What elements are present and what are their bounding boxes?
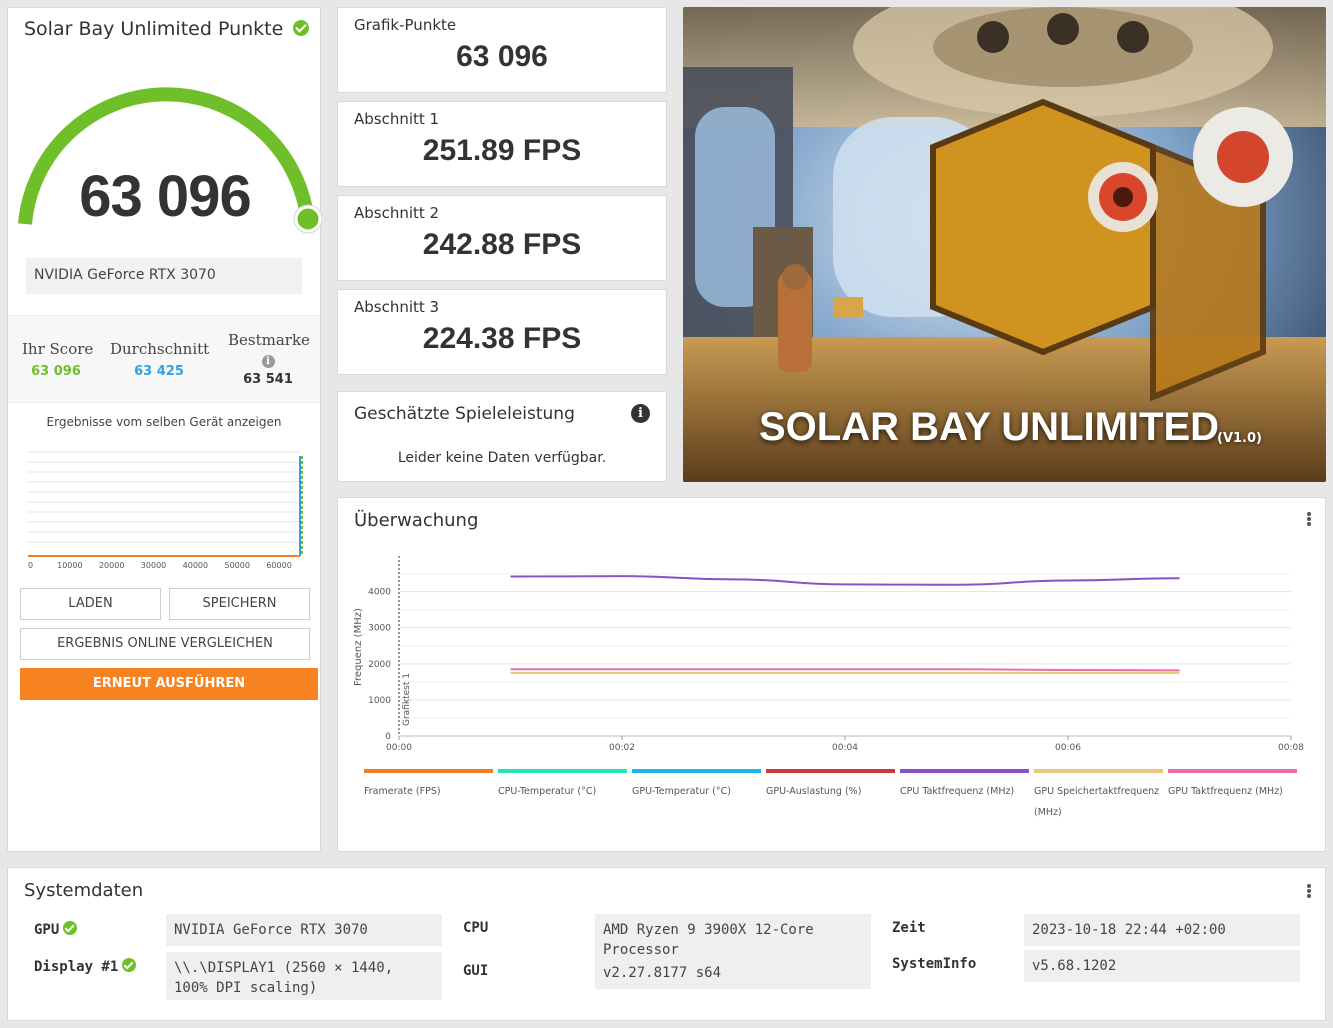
score-distribution-chart: 0 10000 20000 30000 40000 50000 60000: [28, 451, 303, 569]
monitoring-x-ticks: 00:00 00:02 00:04 00:06 00:08: [386, 736, 1304, 753]
mini-chart-tick-label: 60000: [266, 561, 291, 569]
system-data-title: Systemdaten: [24, 880, 144, 901]
best-info-icon[interactable]: i: [261, 355, 275, 368]
display-label: Display #1: [34, 958, 137, 975]
rerun-button[interactable]: ERNEUT AUSFÜHREN: [20, 668, 318, 700]
legend-item[interactable]: GPU Speichertaktfrequenz (MHz): [1034, 769, 1163, 823]
series-line: [510, 575, 1180, 586]
monitoring-series: [510, 575, 1180, 674]
gpu-value: NVIDIA GeForce RTX 3070: [166, 914, 442, 946]
monitoring-chart: Grafiktest 1 Frequenz (MHz) 0 1000 2000 300…: [353, 556, 1304, 753]
mini-chart-tick-label: 10000: [57, 561, 82, 569]
best-score: Bestmarke i 63 541: [228, 331, 310, 387]
score-panel: Solar Bay Unlimited Punkte 63 096 NVIDIA…: [7, 7, 322, 852]
legend-label: Framerate (FPS): [364, 786, 441, 797]
monitoring-y-tick-label: 4000: [368, 588, 391, 598]
system-data-panel: Systemdaten GPU NVIDIA GeForce RTX 3070 …: [7, 867, 1326, 1021]
gui-label: GUI: [463, 963, 489, 979]
compare-online-button[interactable]: ERGEBNIS ONLINE VERGLEICHEN: [20, 628, 310, 660]
gpu-check-icon: [63, 921, 78, 935]
legend-color-bar: [498, 769, 627, 773]
display-value: \\.\DISPLAY1 (2560 × 1440, 100% DPI scal…: [166, 952, 442, 1000]
legend-label: GPU-Temperatur (°C): [632, 786, 731, 797]
mini-chart-tick-label: 0: [28, 561, 33, 569]
game-performance-info-icon[interactable]: i: [631, 404, 650, 423]
monitoring-x-tick-label: 00:06: [1055, 743, 1081, 753]
section-1-card: Abschnitt 1 251.89 FPS: [337, 101, 667, 187]
monitoring-y-ticks: 0 1000 2000 3000 4000: [368, 588, 391, 742]
monitoring-grid: [399, 573, 1291, 737]
save-button[interactable]: SPEICHERN: [169, 588, 310, 620]
legend-label: CPU Taktfrequenz (MHz): [900, 786, 1015, 797]
monitoring-y-tick-label: 1000: [368, 696, 391, 706]
legend-label: GPU Taktfrequenz (MHz): [1168, 786, 1283, 797]
score-comparison: Ihr Score 63 096 Durchschnitt 63 425 Bes…: [8, 315, 320, 403]
legend-item[interactable]: GPU-Temperatur (°C): [632, 769, 761, 802]
average-score: Durchschnitt 63 425: [110, 340, 210, 379]
legend-item[interactable]: CPU Taktfrequenz (MHz): [900, 769, 1029, 802]
hero-version: (V1.0): [1217, 431, 1262, 446]
section-marker-label: Grafiktest 1: [402, 673, 412, 726]
game-performance-message: Leider keine Daten verfügbar.: [397, 450, 607, 466]
game-performance-title: Geschätzte Spieleleistung: [354, 404, 575, 424]
monitoring-y-tick-label: 2000: [368, 660, 391, 670]
benchmark-hero-image: SOLAR BAY UNLIMITED (V1.0): [683, 7, 1326, 482]
section-2-card: Abschnitt 2 242.88 FPS: [337, 195, 667, 281]
gpu-label: GPU: [34, 921, 78, 938]
monitoring-y-tick-label: 0: [385, 732, 391, 742]
legend-color-bar: [900, 769, 1029, 773]
section-3-card: Abschnitt 3 224.38 FPS: [337, 289, 667, 375]
monitoring-x-tick-label: 00:00: [386, 743, 412, 753]
mini-chart-grid: [28, 451, 300, 543]
valid-check-icon: [293, 19, 310, 36]
monitoring-x-tick-label: 00:04: [832, 743, 858, 753]
systeminfo-label: SystemInfo: [892, 956, 977, 972]
legend-color-bar: [632, 769, 761, 773]
legend-label: GPU Speichertaktfrequenz (MHz): [1034, 786, 1160, 818]
monitoring-y-tick-label: 3000: [368, 624, 391, 634]
legend-label: GPU-Auslastung (%): [766, 786, 862, 797]
system-data-menu-icon[interactable]: [1307, 884, 1311, 898]
mini-chart-tick-label: 40000: [183, 561, 208, 569]
legend-color-bar: [364, 769, 493, 773]
mini-chart-tick-label: 50000: [225, 561, 250, 569]
gui-value: v2.27.8177 s64: [595, 957, 871, 989]
legend-color-bar: [1034, 769, 1163, 773]
series-line: [510, 668, 1180, 672]
device-name: NVIDIA GeForce RTX 3070: [26, 258, 302, 294]
game-performance-card: Geschätzte Spieleleistung i Leider keine…: [337, 391, 667, 482]
load-button[interactable]: LADEN: [20, 588, 161, 620]
monitoring-x-tick-label: 00:02: [609, 743, 635, 753]
graphics-score-card: Grafik-Punkte 63 096: [337, 7, 667, 93]
legend-item[interactable]: Framerate (FPS): [364, 769, 493, 802]
mini-chart-ticks: 0 10000 20000 30000 40000 50000 60000: [28, 561, 292, 569]
your-score: Ihr Score 63 096: [22, 340, 94, 379]
time-value: 2023-10-18 22:44 +02:00: [1024, 914, 1300, 946]
legend-color-bar: [1168, 769, 1297, 773]
legend-item[interactable]: CPU-Temperatur (°C): [498, 769, 627, 802]
monitoring-x-tick-label: 00:08: [1278, 743, 1304, 753]
main-score: 63 096: [79, 164, 251, 229]
legend-item[interactable]: GPU Taktfrequenz (MHz): [1168, 769, 1297, 802]
score-title: Solar Bay Unlimited Punkte: [24, 18, 310, 40]
legend-label: CPU-Temperatur (°C): [498, 786, 597, 797]
cpu-label: CPU: [463, 920, 489, 936]
same-device-label[interactable]: Ergebnisse vom selben Gerät anzeigen: [8, 415, 320, 429]
display-check-icon: [122, 958, 137, 972]
monitoring-panel: Überwachung Grafiktest 1 Frequenz (MHz) …: [337, 497, 1326, 852]
mini-chart-tick-label: 20000: [99, 561, 124, 569]
systeminfo-value: v5.68.1202: [1024, 950, 1300, 982]
legend-item[interactable]: GPU-Auslastung (%): [766, 769, 895, 802]
hero-title: SOLAR BAY UNLIMITED: [759, 405, 1220, 449]
legend-color-bar: [766, 769, 895, 773]
mini-chart-tick-label: 30000: [141, 561, 166, 569]
monitoring-ylabel: Frequenz (MHz): [353, 608, 364, 686]
time-label: Zeit: [892, 920, 926, 936]
